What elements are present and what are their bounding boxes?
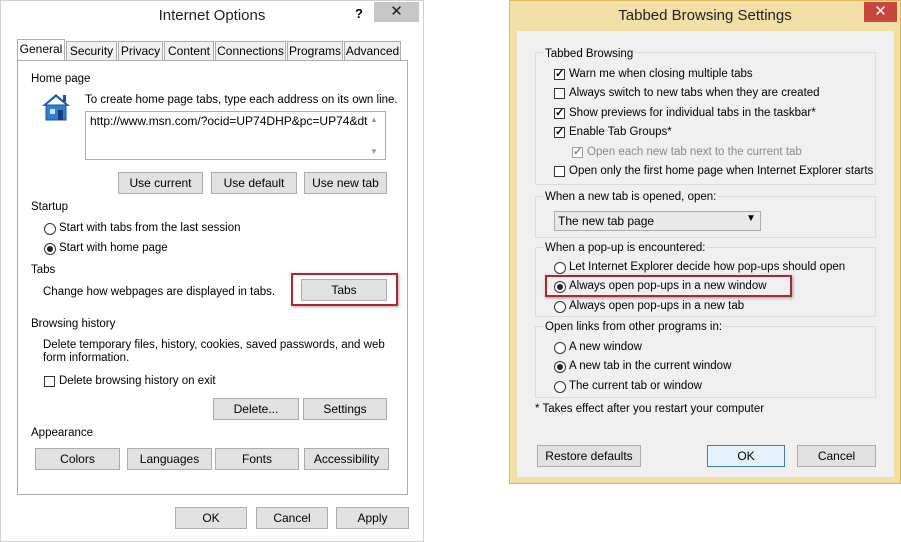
tab-connections[interactable]: Connections <box>215 41 286 61</box>
radio-popup-ie-decide[interactable] <box>554 262 566 274</box>
new-tab-dropdown[interactable]: The new tab page <box>554 211 761 231</box>
open-next-to-current-checkbox[interactable]: ✓ <box>572 147 583 158</box>
tabs-heading: Tabs <box>31 264 56 276</box>
radio-links-new-window-label: A new window <box>569 341 642 353</box>
switch-new-tabs-label: Always switch to new tabs when they are … <box>569 87 820 99</box>
internet-options-window: Internet Options ? ✕ General Security Pr… <box>0 0 424 542</box>
show-previews-label: Show previews for individual tabs in the… <box>569 107 816 119</box>
close-button[interactable]: ✕ <box>374 2 419 22</box>
tab-privacy[interactable]: Privacy <box>118 41 163 61</box>
tb-window-title: Tabbed Browsing Settings <box>618 7 792 24</box>
radio-links-current-tab[interactable] <box>554 381 566 393</box>
radio-links-new-tab[interactable] <box>554 361 566 373</box>
browsing-history-heading: Browsing history <box>31 318 116 330</box>
radio-home-page[interactable] <box>44 243 56 255</box>
radio-last-session-label: Start with tabs from the last session <box>59 222 241 234</box>
tabbed-browsing-window: Tabbed Browsing Settings ✕ Tabbed Browsi… <box>509 0 901 484</box>
radio-home-page-label: Start with home page <box>59 242 168 254</box>
delete-on-exit-label: Delete browsing history on exit <box>59 375 216 387</box>
home-page-url-input[interactable]: http://www.msn.com/?ocid=UP74DHP&pc=UP74… <box>85 111 386 160</box>
footnote: * Takes effect after you restart your co… <box>535 403 765 415</box>
tb-ok-button[interactable]: OK <box>707 445 785 467</box>
appearance-heading: Appearance <box>31 427 94 439</box>
popup-heading: When a pop-up is encountered: <box>544 242 707 254</box>
links-heading: Open links from other programs in: <box>544 321 724 333</box>
home-page-instruction: To create home page tabs, type each addr… <box>85 94 398 106</box>
cancel-button[interactable]: Cancel <box>256 507 328 529</box>
tabs-description: Change how webpages are displayed in tab… <box>43 286 276 298</box>
radio-popup-new-tab-label: Always open pop-ups in a new tab <box>569 300 745 312</box>
restore-defaults-button[interactable]: Restore defaults <box>537 445 641 467</box>
languages-button[interactable]: Languages <box>127 448 212 470</box>
new-tab-dropdown-value: The new tab page <box>558 214 655 228</box>
radio-popup-ie-decide-label: Let Internet Explorer decide how pop-ups… <box>569 261 846 273</box>
tab-security[interactable]: Security <box>66 41 117 61</box>
delete-on-exit-checkbox[interactable] <box>44 376 55 387</box>
accessibility-button[interactable]: Accessibility <box>304 448 389 470</box>
radio-popup-new-window[interactable] <box>554 281 566 293</box>
help-icon[interactable]: ? <box>355 6 363 21</box>
colors-button[interactable]: Colors <box>35 448 120 470</box>
enable-tab-groups-label: Enable Tab Groups* <box>569 126 672 138</box>
delete-button[interactable]: Delete... <box>213 398 299 420</box>
tab-content[interactable]: Content <box>164 41 214 61</box>
warn-closing-checkbox[interactable]: ✓ <box>554 69 565 80</box>
home-page-heading: Home page <box>31 73 91 85</box>
radio-links-new-tab-label: A new tab in the current window <box>569 360 732 372</box>
browsing-history-text-2: form information. <box>43 352 130 364</box>
radio-popup-new-window-label: Always open pop-ups in a new window <box>569 280 767 292</box>
fonts-button[interactable]: Fonts <box>215 448 299 470</box>
tab-programs[interactable]: Programs <box>287 41 343 61</box>
ok-button[interactable]: OK <box>175 507 247 529</box>
first-home-page-checkbox[interactable] <box>554 166 565 177</box>
house-icon <box>39 91 73 123</box>
show-previews-checkbox[interactable]: ✓ <box>554 108 565 119</box>
tabs-settings-button[interactable]: Tabs <box>301 279 387 301</box>
browsing-history-text-1: Delete temporary files, history, cookies… <box>43 339 385 351</box>
radio-links-current-tab-label: The current tab or window <box>569 380 702 392</box>
use-current-button[interactable]: Use current <box>118 172 203 194</box>
home-page-url-text: http://www.msn.com/?ocid=UP74DHP&pc=UP74… <box>90 114 368 128</box>
radio-popup-new-tab[interactable] <box>554 301 566 313</box>
scroll-down-icon[interactable]: ▼ <box>370 147 378 156</box>
switch-new-tabs-checkbox[interactable] <box>554 88 565 99</box>
startup-heading: Startup <box>31 201 69 213</box>
use-new-tab-button[interactable]: Use new tab <box>304 172 387 194</box>
radio-last-session[interactable] <box>44 223 56 235</box>
open-next-to-current-label: Open each new tab next to the current ta… <box>587 146 802 158</box>
tabbed-browsing-heading: Tabbed Browsing <box>544 48 635 60</box>
new-tab-heading: When a new tab is opened, open: <box>544 191 718 203</box>
enable-tab-groups-checkbox[interactable]: ✓ <box>554 127 565 138</box>
tab-general[interactable]: General <box>17 39 65 61</box>
settings-button[interactable]: Settings <box>303 398 387 420</box>
tb-close-button[interactable]: ✕ <box>864 2 897 22</box>
warn-closing-label: Warn me when closing multiple tabs <box>569 68 753 80</box>
radio-links-new-window[interactable] <box>554 342 566 354</box>
scroll-up-icon[interactable]: ▲ <box>370 115 378 124</box>
apply-button[interactable]: Apply <box>336 507 409 529</box>
chevron-down-icon: ▼ <box>746 213 756 224</box>
first-home-page-label: Open only the first home page when Inter… <box>569 165 874 177</box>
tab-advanced[interactable]: Advanced <box>344 41 401 61</box>
use-default-button[interactable]: Use default <box>211 172 297 194</box>
tb-cancel-button[interactable]: Cancel <box>797 445 876 467</box>
